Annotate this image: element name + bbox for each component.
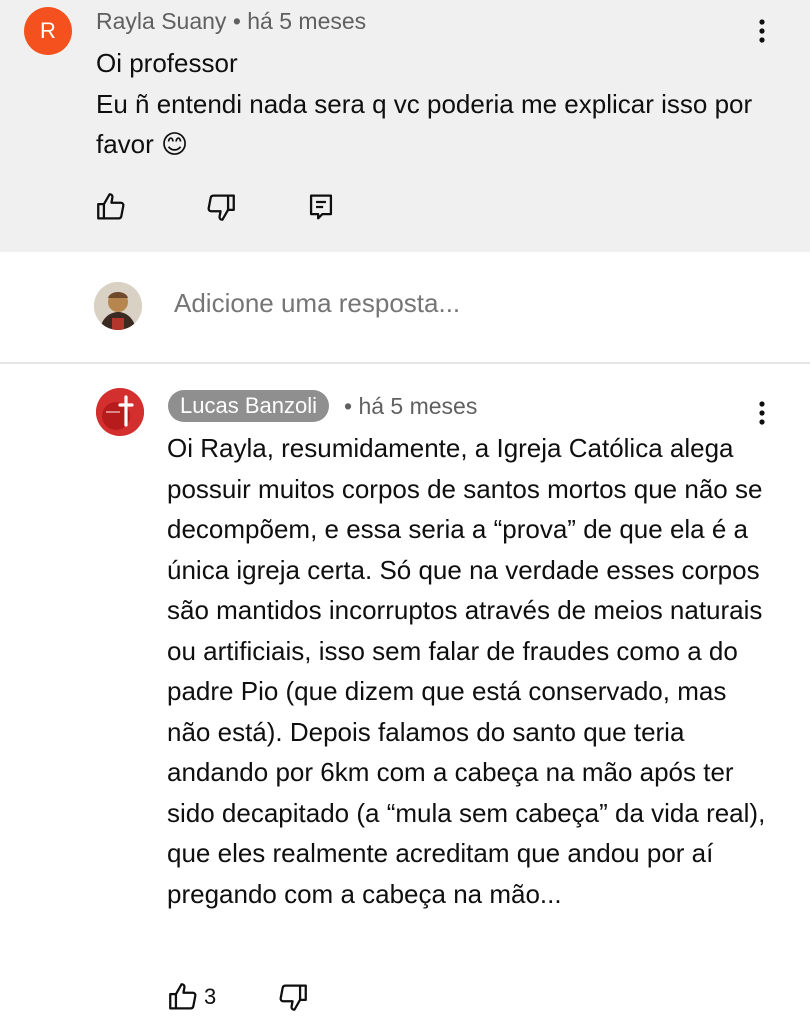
reply-like-button[interactable]	[166, 980, 200, 1014]
thumbs-down-icon	[207, 194, 235, 221]
reply-more-options-button[interactable]	[750, 398, 774, 428]
like-count: 3	[204, 984, 217, 1009]
reply-meta: • há 5 meses	[344, 393, 477, 420]
thumbs-down-icon	[279, 984, 307, 1011]
cross-logo-icon	[96, 388, 144, 436]
add-reply-row	[0, 252, 810, 364]
more-vert-icon	[759, 19, 765, 43]
dislike-button[interactable]	[204, 190, 238, 224]
like-button[interactable]	[94, 190, 128, 224]
avatar[interactable]: R	[24, 7, 72, 55]
highlighted-comment: R Rayla Suany • há 5 meses Oi professor …	[0, 0, 810, 252]
author-badge[interactable]: Lucas Banzoli	[168, 390, 329, 422]
comment-author[interactable]: Rayla Suany	[96, 8, 226, 34]
user-avatar[interactable]	[94, 282, 142, 330]
meta-separator: •	[232, 8, 248, 34]
comment-reply-icon	[309, 194, 333, 220]
reply-button[interactable]	[304, 190, 338, 224]
comment-line: Eu ñ entendi nada sera q vc poderia me e…	[96, 88, 753, 160]
comment-meta: Rayla Suany • há 5 meses	[96, 8, 366, 35]
more-options-button[interactable]	[750, 16, 774, 46]
more-vert-icon	[759, 401, 765, 425]
meta-separator: •	[344, 393, 359, 419]
reply-text: Oi Rayla, resumidamente, a Igreja Católi…	[167, 433, 766, 909]
reply-time: há 5 meses	[358, 393, 478, 419]
reply-input[interactable]	[174, 288, 734, 319]
user-avatar-icon	[94, 282, 142, 330]
comment-text: Oi professor Eu ñ entendi nada sera q vc…	[96, 43, 756, 165]
comment-line: Oi professor	[96, 48, 238, 78]
divider	[0, 362, 810, 364]
author-avatar[interactable]	[96, 388, 144, 436]
reply-dislike-button[interactable]	[276, 980, 310, 1014]
thumbs-up-icon	[97, 193, 125, 220]
comment-time: há 5 meses	[247, 8, 367, 34]
thumbs-up-icon	[169, 983, 197, 1010]
